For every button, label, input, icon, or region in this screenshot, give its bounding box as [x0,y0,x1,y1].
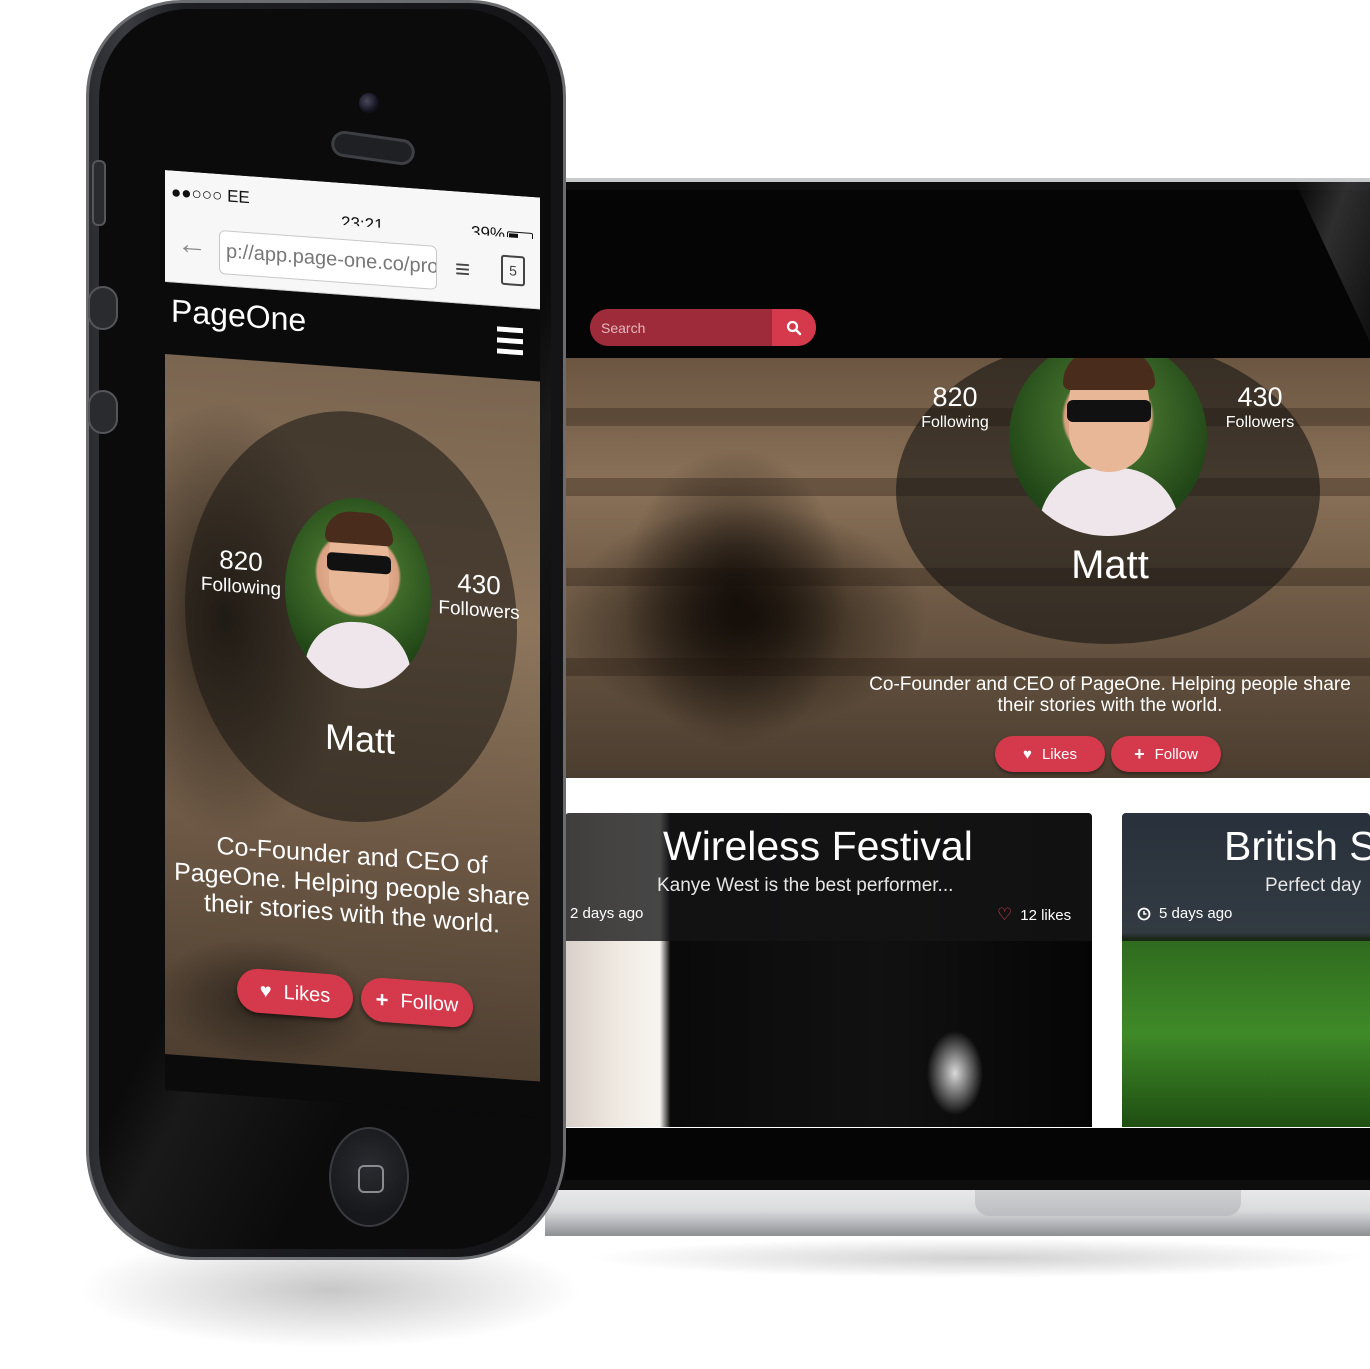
card-time: 2 days ago [570,905,643,922]
volume-up-button[interactable] [88,286,118,330]
heart-icon: ♥ [1023,745,1032,763]
plus-icon: + [375,986,389,1013]
hamburger-line [497,326,523,334]
hero-silhouette [585,378,915,778]
card-likes-text: 12 likes [1020,906,1072,924]
avatar-hair [1063,358,1155,390]
app-logo[interactable]: PageOne [171,292,306,339]
hamburger-line [497,348,523,356]
card-subtitle: Perfect day [1265,875,1362,896]
followers-label: Followers [1225,414,1295,431]
story-card[interactable]: British S Perfect day 5 days ago [1122,813,1370,1127]
volume-down-button[interactable] [88,390,118,434]
mobile-profile-name: Matt [324,715,395,762]
web-footer [565,1128,1370,1180]
carrier-signal: ●●○○○ EE [171,182,250,208]
card-title: Wireless Festival [663,823,973,869]
heart-icon: ♥ [259,979,272,1003]
following-label: Following [921,414,989,431]
likes-label: Likes [283,981,331,1007]
avatar-hair [325,509,393,547]
likes-button[interactable]: ♥ Likes [995,736,1105,772]
avatar-shirt [1039,468,1179,536]
story-card[interactable]: Wireless Festival Kanye West is the best… [565,813,1092,1127]
mobile-following-stat[interactable]: 820 Following [193,542,289,603]
phone-screen: ●●○○○ EE 23:21 39% ← p://app.page-one.co… [165,170,540,1118]
profile-name: Matt [1071,543,1149,587]
plus-icon: + [1134,743,1145,764]
following-stat[interactable]: 820 Following [905,382,1005,434]
profile-bio: Co-Founder and CEO of PageOne. Helping p… [869,674,1351,716]
avatar-shirt [305,618,411,694]
menu-icon[interactable]: ≡ [455,253,470,285]
mobile-profile-bio: Co-Founder and CEO of PageOne. Helping p… [174,831,530,939]
hamburger-menu-icon[interactable] [497,326,523,356]
followers-stat[interactable]: 430 Followers [1210,382,1310,434]
profile-hero: 820 Following 430 Followers Matt Co-Foun… [565,358,1370,778]
search-bar [590,309,816,346]
search-button[interactable] [772,309,816,346]
follow-label: Follow [400,989,459,1017]
card-title: British S [1224,823,1370,869]
clock-icon [1137,907,1151,920]
tabs-button[interactable]: 5 [501,254,525,287]
likes-label: Likes [1041,745,1077,763]
mobile-follow-button[interactable]: + Follow [361,976,473,1029]
back-arrow-icon[interactable]: ← [177,227,207,263]
follow-label: Follow [1154,745,1198,763]
avatar-glasses [1067,400,1151,422]
heart-outline-icon: ♡ [997,905,1013,924]
card-time-text: 5 days ago [1159,905,1233,922]
laptop-notch [975,1190,1241,1216]
mobile-profile-hero: 820 Following 430 Followers Matt Co-Foun… [165,354,540,1082]
mute-switch[interactable] [92,160,106,226]
laptop-base [545,1190,1370,1236]
following-count: 820 [932,382,978,412]
laptop-shadow [585,1238,1370,1278]
card-subtitle: Kanye West is the best performer... [657,875,954,896]
card-likes[interactable]: ♡ 12 likes [997,905,1071,925]
card-time-text: 2 days ago [570,905,644,922]
mobile-likes-button[interactable]: ♥ Likes [237,967,353,1020]
follow-button[interactable]: + Follow [1111,736,1221,772]
story-cards: Wireless Festival Kanye West is the best… [565,778,1370,1180]
mobile-followers-stat[interactable]: 430 Followers [431,566,527,627]
card-time: 5 days ago [1137,905,1232,922]
followers-count: 430 [1237,382,1283,412]
hamburger-line [497,337,523,345]
url-field[interactable]: p://app.page-one.co/prof [219,229,437,290]
search-input[interactable] [590,309,772,346]
web-screen: 820 Following 430 Followers Matt Co-Foun… [565,190,1370,1180]
laptop-device: 820 Following 430 Followers Matt Co-Foun… [545,178,1370,1278]
search-icon [786,320,802,335]
